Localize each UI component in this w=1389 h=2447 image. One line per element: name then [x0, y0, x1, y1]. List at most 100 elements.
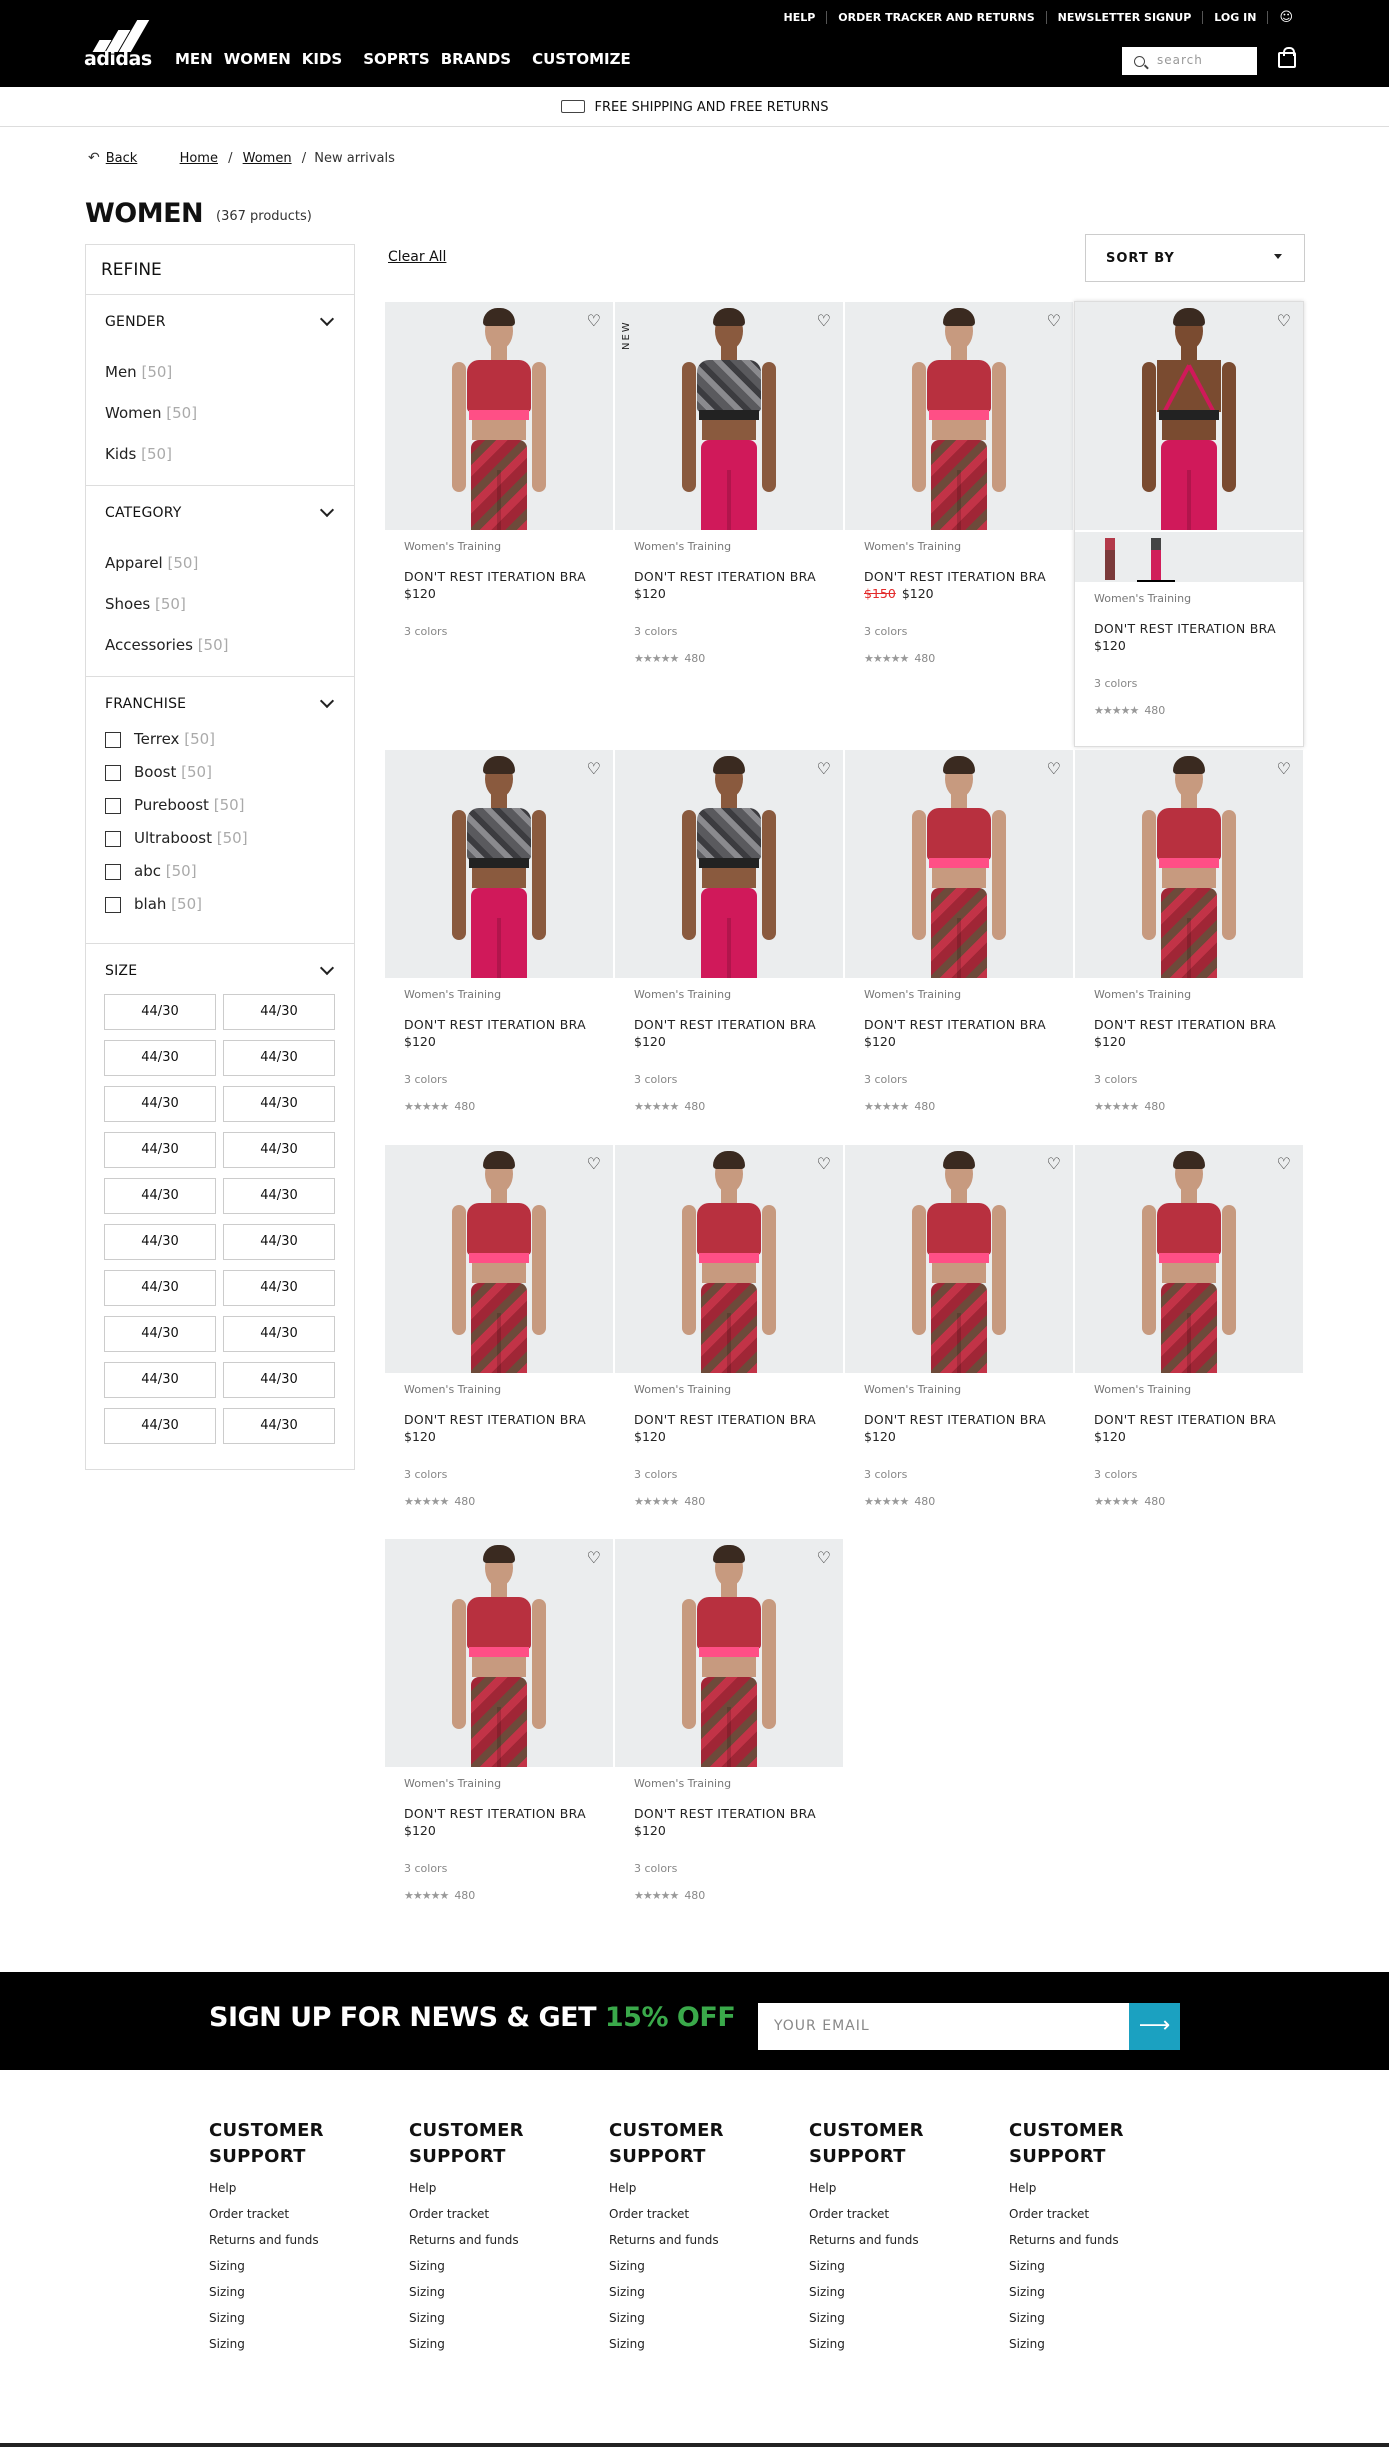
size-option[interactable]: 44/30 [104, 1040, 216, 1076]
footer-link[interactable]: Sizing [1009, 2336, 1169, 2352]
nav-customize[interactable]: CUSTOMIZE [532, 50, 631, 68]
size-option[interactable]: 44/30 [223, 1178, 335, 1214]
filter-option[interactable]: Apparel [50] [105, 543, 354, 584]
footer-link[interactable]: Help [1009, 2180, 1169, 2196]
heart-icon[interactable]: ♡ [587, 1154, 601, 1173]
filter-gender-title[interactable]: GENDER [86, 295, 354, 330]
filter-franchise-title[interactable]: FRANCHISE [86, 677, 354, 712]
email-input[interactable]: YOUR EMAIL [758, 2003, 1129, 2050]
size-option[interactable]: 44/30 [223, 1040, 335, 1076]
clear-all-link[interactable]: Clear All [388, 249, 446, 265]
heart-icon[interactable]: ♡ [587, 1548, 601, 1567]
nav-women[interactable]: WOMEN [224, 50, 291, 68]
product-name[interactable]: DON'T REST ITERATION BRA [634, 1017, 824, 1032]
footer-link[interactable]: Order tracket [409, 2206, 569, 2222]
product-name[interactable]: DON'T REST ITERATION BRA [1094, 1017, 1284, 1032]
product-name[interactable]: DON'T REST ITERATION BRA [864, 1017, 1054, 1032]
footer-link[interactable]: Sizing [409, 2310, 569, 2326]
size-option[interactable]: 44/30 [223, 1132, 335, 1168]
checkbox-icon[interactable] [105, 797, 121, 814]
checkbox-icon[interactable] [105, 863, 121, 880]
arrow-right-icon[interactable]: ⟶ [1129, 2003, 1180, 2050]
product-name[interactable]: DON'T REST ITERATION BRA [404, 569, 594, 584]
heart-icon[interactable]: ♡ [817, 1548, 831, 1567]
heart-icon[interactable]: ♡ [1047, 1154, 1061, 1173]
product-card[interactable]: ♡ Women's Training DON'T REST ITERATION BR… [845, 750, 1073, 1113]
footer-link[interactable]: Help [609, 2180, 769, 2196]
size-option[interactable]: 44/30 [104, 1224, 216, 1260]
product-card[interactable]: ♡ Women's Training DON'T REST ITERATION BR… [385, 1539, 613, 1902]
franchise-checkbox[interactable]: Terrex [50] [105, 723, 354, 756]
heart-icon[interactable]: ♡ [1047, 759, 1061, 778]
breadcrumb-home[interactable]: Home [180, 151, 218, 166]
product-name[interactable]: DON'T REST ITERATION BRA [1094, 1412, 1284, 1427]
nav-kids[interactable]: KIDS [302, 50, 342, 68]
franchise-checkbox[interactable]: Pureboost [50] [105, 789, 354, 822]
sort-by-dropdown[interactable]: SORT BY [1085, 234, 1305, 282]
heart-icon[interactable]: ♡ [817, 311, 831, 330]
product-name[interactable]: DON'T REST ITERATION BRA [404, 1412, 594, 1427]
product-name[interactable]: DON'T REST ITERATION BRA [1094, 621, 1284, 636]
size-option[interactable]: 44/30 [223, 1270, 335, 1306]
product-card[interactable]: ♡ Women's Training DON'T REST ITERATION BR… [615, 750, 843, 1113]
footer-link[interactable]: Returns and funds [609, 2232, 769, 2248]
breadcrumb-women[interactable]: Women [243, 151, 292, 166]
product-card[interactable]: ♡ Women's Training DON'T REST ITERATION BR… [385, 302, 613, 638]
size-option[interactable]: 44/30 [223, 1362, 335, 1398]
adidas-logo[interactable]: adidas [84, 18, 156, 70]
product-name[interactable]: DON'T REST ITERATION BRA [634, 1806, 824, 1821]
footer-link[interactable]: Sizing [209, 2310, 369, 2326]
user-icon[interactable]: ☺ [1268, 10, 1299, 25]
size-option[interactable]: 44/30 [104, 994, 216, 1030]
size-option[interactable]: 44/30 [223, 1224, 335, 1260]
product-name[interactable]: DON'T REST ITERATION BRA [634, 1412, 824, 1427]
product-card[interactable]: ♡ Women's Training DON'T REST ITERATION BR… [845, 302, 1073, 665]
nav-sports[interactable]: SOPRTS [363, 50, 429, 68]
size-option[interactable]: 44/30 [223, 1316, 335, 1352]
search-input[interactable]: search [1122, 47, 1257, 75]
product-name[interactable]: DON'T REST ITERATION BRA [404, 1806, 594, 1821]
footer-link[interactable]: Sizing [409, 2336, 569, 2352]
filter-option[interactable]: Men [50] [105, 352, 354, 393]
heart-icon[interactable]: ♡ [1277, 759, 1291, 778]
product-image[interactable]: ♡ [845, 302, 1073, 530]
size-option[interactable]: 44/30 [104, 1086, 216, 1122]
footer-link[interactable]: Sizing [609, 2258, 769, 2274]
shopping-bag-icon[interactable] [1278, 47, 1296, 68]
footer-link[interactable]: Sizing [609, 2310, 769, 2326]
product-image[interactable]: ♡ NEW [615, 302, 843, 530]
product-image[interactable]: ♡ [1075, 1145, 1303, 1373]
heart-icon[interactable]: ♡ [1277, 311, 1291, 330]
franchise-checkbox[interactable]: abc [50] [105, 855, 354, 888]
heart-icon[interactable]: ♡ [587, 311, 601, 330]
footer-link[interactable]: Returns and funds [1009, 2232, 1169, 2248]
help-link[interactable]: HELP [773, 11, 828, 24]
filter-option[interactable]: Women [50] [105, 393, 354, 434]
product-card[interactable]: ♡ Women's Training DON'T REST ITERATION BR… [1075, 750, 1303, 1113]
checkbox-icon[interactable] [105, 731, 121, 748]
newsletter-signup-link[interactable]: NEWSLETTER SIGNUP [1047, 11, 1204, 24]
franchise-checkbox[interactable]: Boost [50] [105, 756, 354, 789]
product-image[interactable]: ♡ [845, 1145, 1073, 1373]
footer-link[interactable]: Sizing [209, 2284, 369, 2300]
size-option[interactable]: 44/30 [104, 1408, 216, 1444]
login-link[interactable]: LOG IN [1203, 11, 1269, 24]
thumbnail-selected[interactable] [1137, 532, 1175, 582]
product-image[interactable]: ♡ [385, 302, 613, 530]
checkbox-icon[interactable] [105, 830, 121, 847]
product-card[interactable]: ♡ Women's Training DON'T REST ITERATION BR… [1075, 1145, 1303, 1508]
product-card[interactable]: ♡ Women's Training DON'T REST ITERATION BR… [615, 1145, 843, 1508]
product-image[interactable]: ♡ [845, 750, 1073, 978]
footer-link[interactable]: Sizing [809, 2336, 969, 2352]
product-image[interactable]: ♡ [615, 1145, 843, 1373]
nav-brands[interactable]: BRANDS [441, 50, 511, 68]
product-image[interactable]: ♡ [385, 1145, 613, 1373]
footer-link[interactable]: Order tracket [209, 2206, 369, 2222]
footer-link[interactable]: Sizing [609, 2284, 769, 2300]
size-option[interactable]: 44/30 [223, 994, 335, 1030]
footer-link[interactable]: Help [209, 2180, 369, 2196]
back-arrow-icon[interactable]: ↶ [88, 150, 100, 166]
heart-icon[interactable]: ♡ [587, 759, 601, 778]
product-image[interactable]: ♡ [1075, 302, 1303, 530]
footer-link[interactable]: Sizing [1009, 2258, 1169, 2274]
